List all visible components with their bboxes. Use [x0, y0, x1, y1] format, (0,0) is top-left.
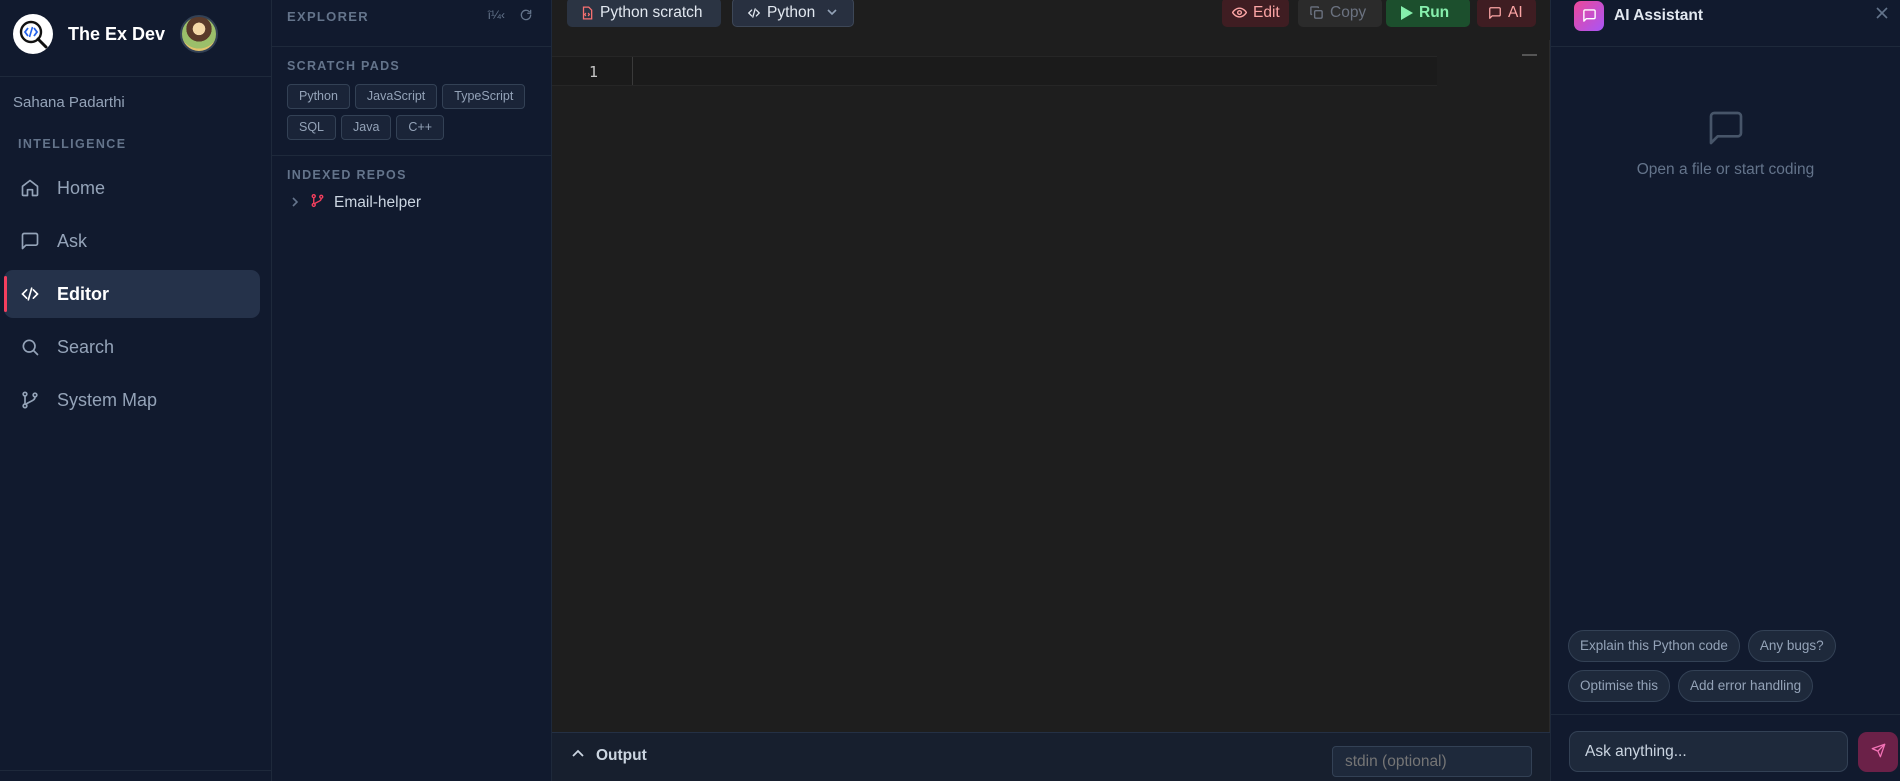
stdin-input[interactable] — [1332, 746, 1532, 777]
scratch-pad-cpp[interactable]: C++ — [396, 115, 445, 140]
home-icon — [18, 176, 42, 200]
minimap[interactable] — [1522, 54, 1537, 56]
chevron-down-icon — [827, 4, 837, 22]
nav-item-system-map[interactable]: System Map — [4, 376, 260, 424]
close-icon[interactable] — [1876, 6, 1888, 24]
ai-button-label: AI — [1508, 3, 1523, 21]
send-button[interactable] — [1858, 732, 1898, 772]
scratch-pad-javascript[interactable]: JavaScript — [354, 84, 438, 109]
scratch-pad-sql[interactable]: SQL — [287, 115, 337, 140]
suggestion-row: Explain this Python code Any bugs? — [1568, 630, 1898, 662]
send-icon — [1871, 743, 1886, 761]
indexed-repos-label: INDEXED REPOS — [287, 168, 407, 182]
ai-chat-input[interactable] — [1569, 731, 1848, 772]
nav-item-editor[interactable]: Editor — [4, 270, 260, 318]
chat-bubble-icon — [1706, 111, 1746, 151]
run-button[interactable]: Run — [1386, 0, 1470, 27]
explorer-tools: î¼‹ — [488, 8, 533, 25]
avatar[interactable] — [180, 15, 219, 53]
file-tab[interactable]: Python scratch — [567, 0, 721, 27]
gutter-divider — [632, 57, 633, 85]
copy-button[interactable]: Copy — [1298, 0, 1382, 27]
eye-icon — [1232, 5, 1247, 20]
file-tab-label: Python scratch — [600, 3, 703, 21]
code-icon — [18, 282, 42, 306]
nav-item-ask[interactable]: Ask — [4, 217, 260, 265]
explorer-panel: EXPLORER î¼‹ SCRATCH PADS Python JavaScr… — [272, 0, 552, 781]
edit-button-label: Edit — [1253, 3, 1280, 21]
ai-assistant-icon — [1574, 0, 1604, 31]
scratch-pads-list: Python JavaScript TypeScript SQL Java C+… — [272, 73, 551, 156]
scratch-pad-java[interactable]: Java — [341, 115, 392, 140]
ai-title: AI Assistant — [1614, 6, 1704, 24]
suggestion-row: Optimise this Add error handling — [1568, 670, 1898, 702]
play-icon — [1400, 5, 1413, 20]
chevron-right-icon — [290, 194, 300, 212]
line-number: 1 — [589, 63, 599, 81]
chat-icon — [1488, 6, 1502, 20]
repo-name: Email-helper — [334, 194, 422, 211]
brand: The Ex Dev — [0, 0, 271, 68]
editor-pane: Python scratch Python Edit Copy Run AI 1… — [552, 0, 1550, 781]
nav-item-label: Home — [57, 177, 106, 198]
ai-button[interactable]: AI — [1477, 0, 1536, 27]
suggestion-chip[interactable]: Optimise this — [1568, 670, 1671, 702]
ai-empty-text: Open a file or start coding — [1636, 161, 1815, 178]
suggestion-chip[interactable]: Any bugs? — [1747, 630, 1836, 662]
chevron-up-icon — [572, 747, 584, 765]
suggestion-chip[interactable]: Add error handling — [1678, 670, 1814, 702]
nav-item-label: System Map — [57, 389, 158, 410]
edit-button[interactable]: Edit — [1222, 0, 1289, 27]
explorer-header: EXPLORER î¼‹ — [272, 0, 551, 47]
divider — [0, 770, 271, 771]
nav-item-label: Search — [57, 336, 115, 357]
output-label: Output — [596, 747, 647, 764]
ai-header: AI Assistant — [1551, 0, 1900, 47]
suggestion-chips: Explain this Python code Any bugs? Optim… — [1568, 630, 1898, 710]
nav-list: Home Ask Editor Search System Map — [0, 164, 271, 424]
file-code-icon — [580, 6, 594, 20]
output-toggle[interactable]: Output — [572, 747, 647, 765]
copy-button-label: Copy — [1330, 3, 1367, 21]
code-editor[interactable]: 1 — [552, 56, 1437, 86]
user-name: Sahana Padarthi — [13, 94, 125, 111]
copy-icon — [1309, 5, 1324, 20]
scratch-pad-python[interactable]: Python — [287, 84, 350, 109]
refresh-icon[interactable] — [519, 8, 533, 25]
output-panel-bar: Output — [552, 732, 1550, 781]
nav-sidebar: The Ex Dev Sahana Padarthi INTELLIGENCE … — [0, 0, 272, 781]
nav-item-search[interactable]: Search — [4, 323, 260, 371]
repo-item[interactable]: Email-helper — [272, 182, 551, 213]
code-icon — [747, 6, 761, 20]
chat-icon — [18, 229, 42, 253]
language-select-value: Python — [767, 3, 816, 21]
git-branch-icon — [310, 193, 325, 213]
brand-name: The Ex Dev — [68, 23, 166, 44]
suggestion-chip[interactable]: Explain this Python code — [1568, 630, 1740, 662]
language-select[interactable]: Python — [732, 0, 854, 27]
nav-item-label: Ask — [57, 230, 88, 251]
nav-item-label: Editor — [57, 283, 109, 304]
code-search-logo-icon[interactable] — [13, 14, 53, 54]
scratch-pads-label: SCRATCH PADS — [287, 59, 401, 73]
explorer-title: EXPLORER — [287, 8, 369, 24]
run-button-label: Run — [1419, 3, 1450, 21]
collapse-all-icon[interactable]: î¼‹ — [488, 8, 505, 25]
editor-toolbar: Python scratch Python Edit Copy Run AI — [552, 0, 1550, 40]
ai-input-bar — [1551, 714, 1900, 781]
section-label-intelligence: INTELLIGENCE — [18, 137, 127, 151]
search-icon — [18, 335, 42, 359]
ai-assistant-panel: AI Assistant Open a file or start coding… — [1550, 0, 1900, 781]
ai-empty-state: Open a file or start coding — [1551, 108, 1900, 179]
scratch-pad-typescript[interactable]: TypeScript — [442, 84, 526, 109]
git-branch-icon — [18, 388, 42, 412]
nav-item-home[interactable]: Home — [4, 164, 260, 212]
